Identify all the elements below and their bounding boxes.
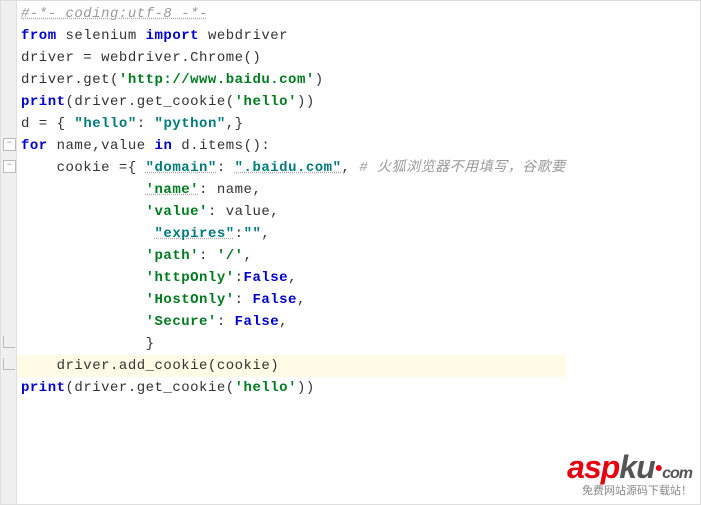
- watermark-domain: com: [662, 465, 692, 482]
- code-line: 'httpOnly':False,: [21, 267, 566, 289]
- watermark-dot-icon: ●: [655, 459, 662, 475]
- code-area[interactable]: #-*- coding:utf-8 -*- from selenium impo…: [17, 1, 566, 399]
- code-line: 'HostOnly': False,: [21, 289, 566, 311]
- code-line: from selenium import webdriver: [21, 25, 566, 47]
- code-line: 'name': name,: [21, 179, 566, 201]
- fold-toggle-line8[interactable]: [3, 160, 16, 173]
- code-line: "expires":"",: [21, 223, 566, 245]
- code-line: print(driver.get_cookie('hello')): [21, 91, 566, 113]
- code-line: print(driver.get_cookie('hello')): [21, 377, 566, 399]
- fold-end-icon: [3, 358, 15, 370]
- code-line: 'path': '/',: [21, 245, 566, 267]
- code-line: d = { "hello": "python",}: [21, 113, 566, 135]
- code-line: cookie ={ "domain": ".baidu.com", # 火狐浏览…: [21, 157, 566, 179]
- code-line: #-*- coding:utf-8 -*-: [21, 3, 566, 25]
- code-line: }: [21, 333, 566, 355]
- fold-gutter: [1, 1, 17, 504]
- fold-toggle-line7[interactable]: [3, 138, 16, 151]
- code-line: driver.get('http://www.baidu.com'): [21, 69, 566, 91]
- fold-end-icon: [3, 336, 15, 348]
- code-line: for name,value in d.items():: [21, 135, 566, 157]
- watermark-brand-red: asp: [567, 449, 619, 485]
- code-line: 'Secure': False,: [21, 311, 566, 333]
- watermark-subtitle: 免费网站源码下载站！: [567, 482, 692, 498]
- code-editor: #-*- coding:utf-8 -*- from selenium impo…: [0, 0, 701, 505]
- watermark-brand-gray: ku: [619, 449, 654, 485]
- code-line: 'value': value,: [21, 201, 566, 223]
- code-line-active: driver.add_cookie(cookie): [17, 355, 566, 377]
- watermark-logo: aspku●com 免费网站源码下载站！: [567, 449, 692, 498]
- code-line: driver = webdriver.Chrome(): [21, 47, 566, 69]
